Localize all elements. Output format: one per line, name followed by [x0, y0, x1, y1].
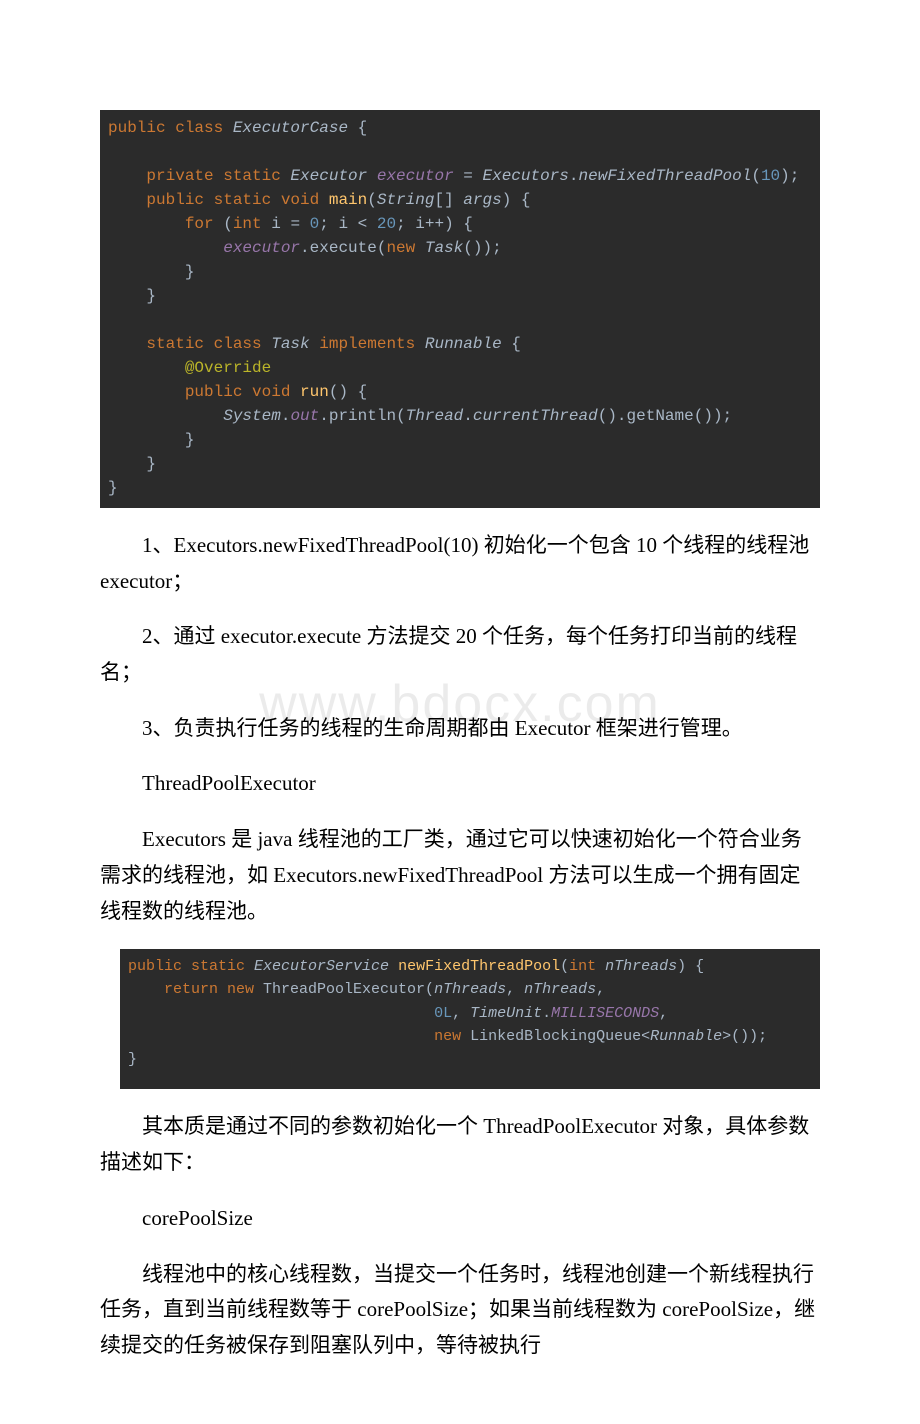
heading-corepoolsize: corePoolSize — [100, 1201, 820, 1237]
code-token: ()); — [463, 239, 501, 257]
code-token: , — [596, 981, 605, 998]
code-token: nThreads — [434, 981, 506, 998]
code-token: MILLISECONDS — [551, 1005, 659, 1022]
code-token: ( — [367, 191, 377, 209]
code-token: static class — [146, 335, 261, 353]
code-token: ().getName()); — [598, 407, 732, 425]
code-token: newFixedThreadPool — [389, 958, 560, 975]
code-token: main — [319, 191, 367, 209]
code-block-newfixedthreadpool: public static ExecutorService newFixedTh… — [120, 949, 820, 1089]
code-token: System — [223, 407, 281, 425]
code-token: newFixedThreadPool — [579, 167, 752, 185]
code-token: { — [348, 119, 367, 137]
code-token: Thread — [406, 407, 464, 425]
code-token: { — [502, 335, 521, 353]
code-token: new — [434, 1028, 461, 1045]
code-token: Runnable — [650, 1028, 722, 1045]
code-token: LinkedBlockingQueue< — [461, 1028, 650, 1045]
code-token: run — [290, 383, 328, 401]
code-token: ( — [560, 958, 569, 975]
code-token: } — [185, 431, 195, 449]
code-token: Task — [425, 239, 463, 257]
code-token: currentThread — [473, 407, 598, 425]
code-token: executor — [367, 167, 453, 185]
code-token: args — [463, 191, 501, 209]
code-token: } — [185, 263, 195, 281]
code-token: TimeUnit — [470, 1005, 542, 1022]
code-token: new — [386, 239, 415, 257]
code-token: ExecutorService — [245, 958, 389, 975]
paragraph-3: 3、负责执行任务的线程的生命周期都由 Executor 框架进行管理。 — [100, 711, 820, 747]
code-token: ( — [214, 215, 233, 233]
code-token: } — [146, 287, 156, 305]
code-token: public class — [108, 119, 223, 137]
code-token: } — [128, 1051, 137, 1068]
code-token: public void — [185, 383, 291, 401]
document-page: www.bdocx.com public class ExecutorCase … — [0, 0, 920, 1424]
code-token: 10 — [761, 167, 780, 185]
code-token: } — [108, 479, 118, 497]
paragraph-5: 其本质是通过不同的参数初始化一个 ThreadPoolExecutor 对象，具… — [100, 1109, 820, 1180]
paragraph-4: Executors 是 java 线程池的工厂类，通过它可以快速初始化一个符合业… — [100, 822, 820, 929]
code-token: executor — [223, 239, 300, 257]
code-token: for — [185, 215, 214, 233]
code-token — [415, 239, 425, 257]
code-token: ( — [751, 167, 761, 185]
code-token: nThreads — [596, 958, 677, 975]
code-token: 0L — [434, 1005, 452, 1022]
code-token: () { — [329, 383, 367, 401]
code-token: @Override — [185, 359, 271, 377]
code-token: int — [233, 215, 262, 233]
code-token: , — [452, 1005, 470, 1022]
code-token: Task — [262, 335, 310, 353]
paragraph-2: 2、通过 executor.execute 方法提交 20 个任务，每个任务打印… — [100, 619, 820, 690]
code-token: [] — [434, 191, 463, 209]
paragraph-1: 1、Executors.newFixedThreadPool(10) 初始化一个… — [100, 528, 820, 599]
code-token: .execute( — [300, 239, 386, 257]
code-token: 20 — [377, 215, 396, 233]
code-token: ; i++) { — [396, 215, 473, 233]
code-token: ThreadPoolExecutor( — [254, 981, 434, 998]
code-token: , — [506, 981, 524, 998]
code-token: ; i < — [319, 215, 377, 233]
code-token: ) { — [677, 958, 704, 975]
code-token: String — [377, 191, 435, 209]
code-token: public static void — [146, 191, 319, 209]
code-token: int — [569, 958, 596, 975]
code-token: . — [281, 407, 291, 425]
code-token: ) { — [502, 191, 531, 209]
code-token: . — [463, 407, 473, 425]
code-token: implements — [310, 335, 416, 353]
code-token: Executor — [281, 167, 367, 185]
code-token: Executors — [482, 167, 568, 185]
code-token: nThreads — [524, 981, 596, 998]
code-token: private static — [146, 167, 280, 185]
code-token: 0 — [310, 215, 320, 233]
code-token: ); — [780, 167, 799, 185]
code-token: ExecutorCase — [223, 119, 348, 137]
code-token: out — [290, 407, 319, 425]
code-token: return new — [164, 981, 254, 998]
code-token: i = — [262, 215, 310, 233]
code-token: Runnable — [415, 335, 501, 353]
code-token: . — [569, 167, 579, 185]
code-token: = — [454, 167, 483, 185]
code-token: .println( — [319, 407, 405, 425]
heading-threadpoolexecutor: ThreadPoolExecutor — [100, 766, 820, 802]
code-block-executor-case: public class ExecutorCase { private stat… — [100, 110, 820, 508]
code-token: . — [542, 1005, 551, 1022]
code-token: } — [146, 455, 156, 473]
code-token: >()); — [722, 1028, 767, 1045]
paragraph-6: 线程池中的核心线程数，当提交一个任务时，线程池创建一个新线程执行任务，直到当前线… — [100, 1257, 820, 1364]
code-token: , — [659, 1005, 668, 1022]
code-token: public static — [128, 958, 245, 975]
